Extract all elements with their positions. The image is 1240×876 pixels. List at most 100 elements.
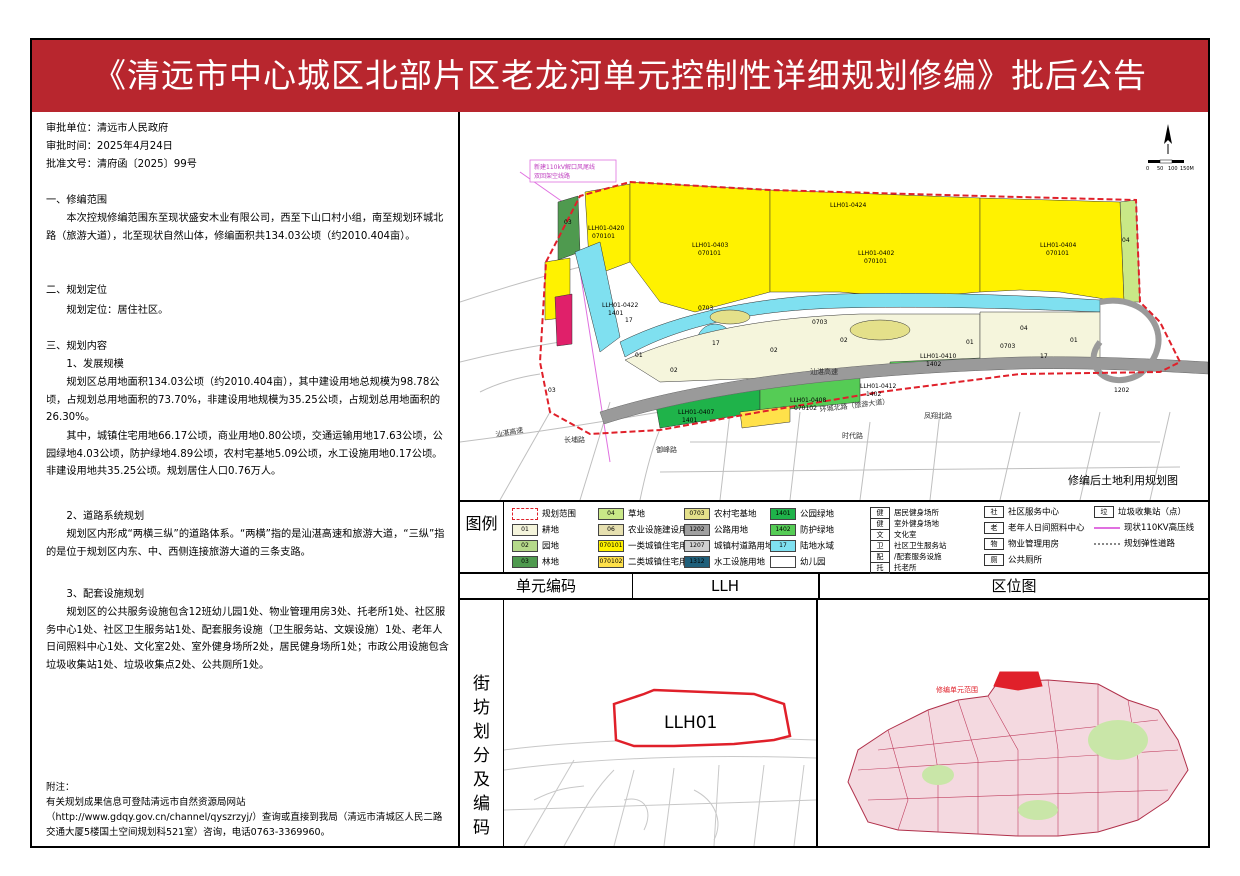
- scale-tick-3: 150M: [1180, 166, 1194, 172]
- facility-label: 老年人日间照料中心: [1008, 523, 1085, 534]
- label-small-3: 02: [770, 347, 778, 354]
- label-small-9: 0703: [812, 319, 827, 326]
- unit-code-value: LLH: [711, 577, 739, 595]
- legend-item: 0703 农村宅基地: [684, 508, 757, 521]
- unit-map: LLH01: [504, 600, 818, 846]
- map-caption: 修编后土地利用规划图: [1068, 473, 1178, 487]
- section-3-3-heading: 3、配套设施规划: [66, 589, 145, 600]
- facility-legend-item: 老老年人日间照料中心: [984, 522, 1085, 535]
- appendix-heading: 附注：: [46, 782, 75, 793]
- facility-label: /配套服务设施: [894, 552, 942, 561]
- parcel-use-0402: 070101: [864, 258, 887, 265]
- parcel-use-0422: 1401: [608, 310, 623, 317]
- facility-icon: [1094, 526, 1120, 529]
- unit-code-label: LLH01: [664, 713, 717, 733]
- block-division-char: 码: [473, 818, 490, 838]
- announcement-sheet: 《清远市中心城区北部片区老龙河单元控制性详细规划修编》批后公告 审批单位：清远市…: [30, 38, 1210, 848]
- facility-legend-item: 物物业管理用房: [984, 538, 1059, 551]
- section-1-heading: 一、修编范围: [46, 195, 108, 206]
- section-3-1-text-a: 规划区总用地面积134.03公顷（约2010.404亩），其中建设用地总规模为9…: [46, 377, 441, 423]
- facility-icon: 厕: [984, 554, 1004, 566]
- road-shanzhan: 汕湛高速: [810, 367, 838, 376]
- legend-swatch: 1401: [770, 508, 796, 520]
- legend-label: 公路用地: [714, 525, 749, 536]
- facility-icon: 物: [984, 538, 1004, 550]
- legend-label: 草地: [628, 509, 646, 520]
- legend-label: 园地: [542, 541, 560, 552]
- north-arrow-icon: [1164, 124, 1172, 154]
- label-small-16: 01: [966, 339, 974, 346]
- label-small-11: 0703: [1000, 343, 1015, 350]
- revision-unit-label: 修编单元范围: [936, 685, 978, 694]
- legend-item: 1402 防护绿地: [770, 524, 834, 537]
- section-2-heading: 二、规划定位: [46, 285, 108, 296]
- label-small-7: 04: [1020, 325, 1028, 332]
- location-map: 修编单元范围: [818, 600, 1208, 846]
- legend-swatch: [512, 508, 538, 520]
- block-division-char: 分: [473, 746, 490, 766]
- label-small-15: 17: [1040, 353, 1048, 360]
- facility-legend-item: 托托老所: [870, 561, 917, 574]
- block-division-text: 街坊划分及编码: [460, 672, 503, 840]
- legend-swatch: 06: [598, 524, 624, 536]
- label-small-6: 1202: [1114, 387, 1129, 394]
- parcel-code-0410: LLH01-0410: [920, 353, 956, 360]
- legend-label: 防护绿地: [800, 525, 835, 536]
- facility-icon: 社: [984, 506, 1004, 518]
- block-division-char: 划: [473, 722, 490, 742]
- legend-item: 01 耕地: [512, 524, 559, 537]
- legend-label: 幼儿园: [800, 557, 826, 568]
- facility-label: 现状110KV高压线: [1124, 523, 1195, 533]
- unit-map-roads: [504, 737, 816, 846]
- legend-item: 1202 公路用地: [684, 524, 748, 537]
- legend-item: 04 草地: [598, 508, 645, 521]
- parcel-code-0404: LLH01-0404: [1040, 242, 1076, 249]
- legend-item: 070101 一类城镇住宅用地: [598, 540, 696, 553]
- approval-time: 审批时间：2025年4月24日: [46, 141, 173, 152]
- label-small-13: 17: [625, 317, 633, 324]
- legend-item: 070102 二类城镇住宅用地: [598, 556, 696, 569]
- facility-label: 物业管理用房: [1008, 539, 1060, 550]
- scale-tick-2: 100: [1168, 166, 1178, 172]
- legend-label: 农村宅基地: [714, 509, 757, 520]
- land-use-map: 新建110kV解口风尾线 双回架空线路 LLH01-0403 070101 LL…: [460, 112, 1208, 502]
- facility-label: 公共厕所: [1008, 555, 1043, 566]
- legend-swatch: 1202: [684, 524, 710, 536]
- facility-icon: [1094, 542, 1120, 545]
- legend-label: 公园绿地: [800, 509, 835, 520]
- parcel-code-0408: LLH01-0408: [790, 397, 826, 404]
- facility-label: 托老所: [894, 563, 917, 572]
- road-shanzhan-left: 汕湛高速: [495, 425, 524, 439]
- legend-item: 06 农业设施建设用地: [598, 524, 696, 537]
- parcel-use-0403: 070101: [698, 250, 721, 257]
- legend-item: 1207 城镇村道路用地: [684, 540, 774, 553]
- parcel-code-0403: LLH01-0403: [692, 242, 728, 249]
- annotation-line-2: 双回架空线路: [534, 172, 570, 180]
- legend-swatch: 070102: [598, 556, 624, 568]
- block-division-char: 街: [473, 674, 490, 694]
- label-small-2: 01: [635, 352, 643, 359]
- section-3-heading: 三、规划内容: [46, 341, 108, 352]
- legend-swatch: 1312: [684, 556, 710, 568]
- road-shidai: 时代路: [842, 431, 863, 440]
- revision-unit-highlight: [993, 671, 1043, 691]
- label-small-0: 03: [564, 219, 572, 226]
- grid-header: 单元编码 LLH 区位图: [460, 574, 1208, 600]
- legend-swatch: [770, 556, 796, 568]
- approval-doc-no: 批准文号：清府函〔2025〕99号: [46, 159, 197, 170]
- legend-swatch: 1402: [770, 524, 796, 536]
- facility-label: 居民健身场所: [894, 508, 939, 517]
- label-small-4: 17: [712, 340, 720, 347]
- label-small-14: 02: [670, 367, 678, 374]
- legend-label: 耕地: [542, 525, 560, 536]
- parcel-use-0404: 070101: [1046, 250, 1069, 257]
- parcel-forest-west: [557, 195, 581, 261]
- road-yufeng: 御峰路: [656, 445, 677, 454]
- label-small-1: 04: [1122, 237, 1130, 244]
- facility-label: 社区服务中心: [1008, 507, 1060, 518]
- section-1-text: 本次控规修编范围东至现状盛安木业有限公司，西至下山口村小组，南至规划环城北路（旅…: [46, 213, 444, 242]
- section-3-2-text: 规划区内形成“两横三纵”的道路体系。“两横”指的是汕湛高速和旅游大道，“三纵”指…: [46, 529, 445, 558]
- legend-item: 02 园地: [512, 540, 559, 553]
- parcel-commercial: [554, 293, 573, 347]
- appendix-line-2: （http://www.gdqy.gov.cn/channel/qyszrzyj…: [46, 812, 443, 838]
